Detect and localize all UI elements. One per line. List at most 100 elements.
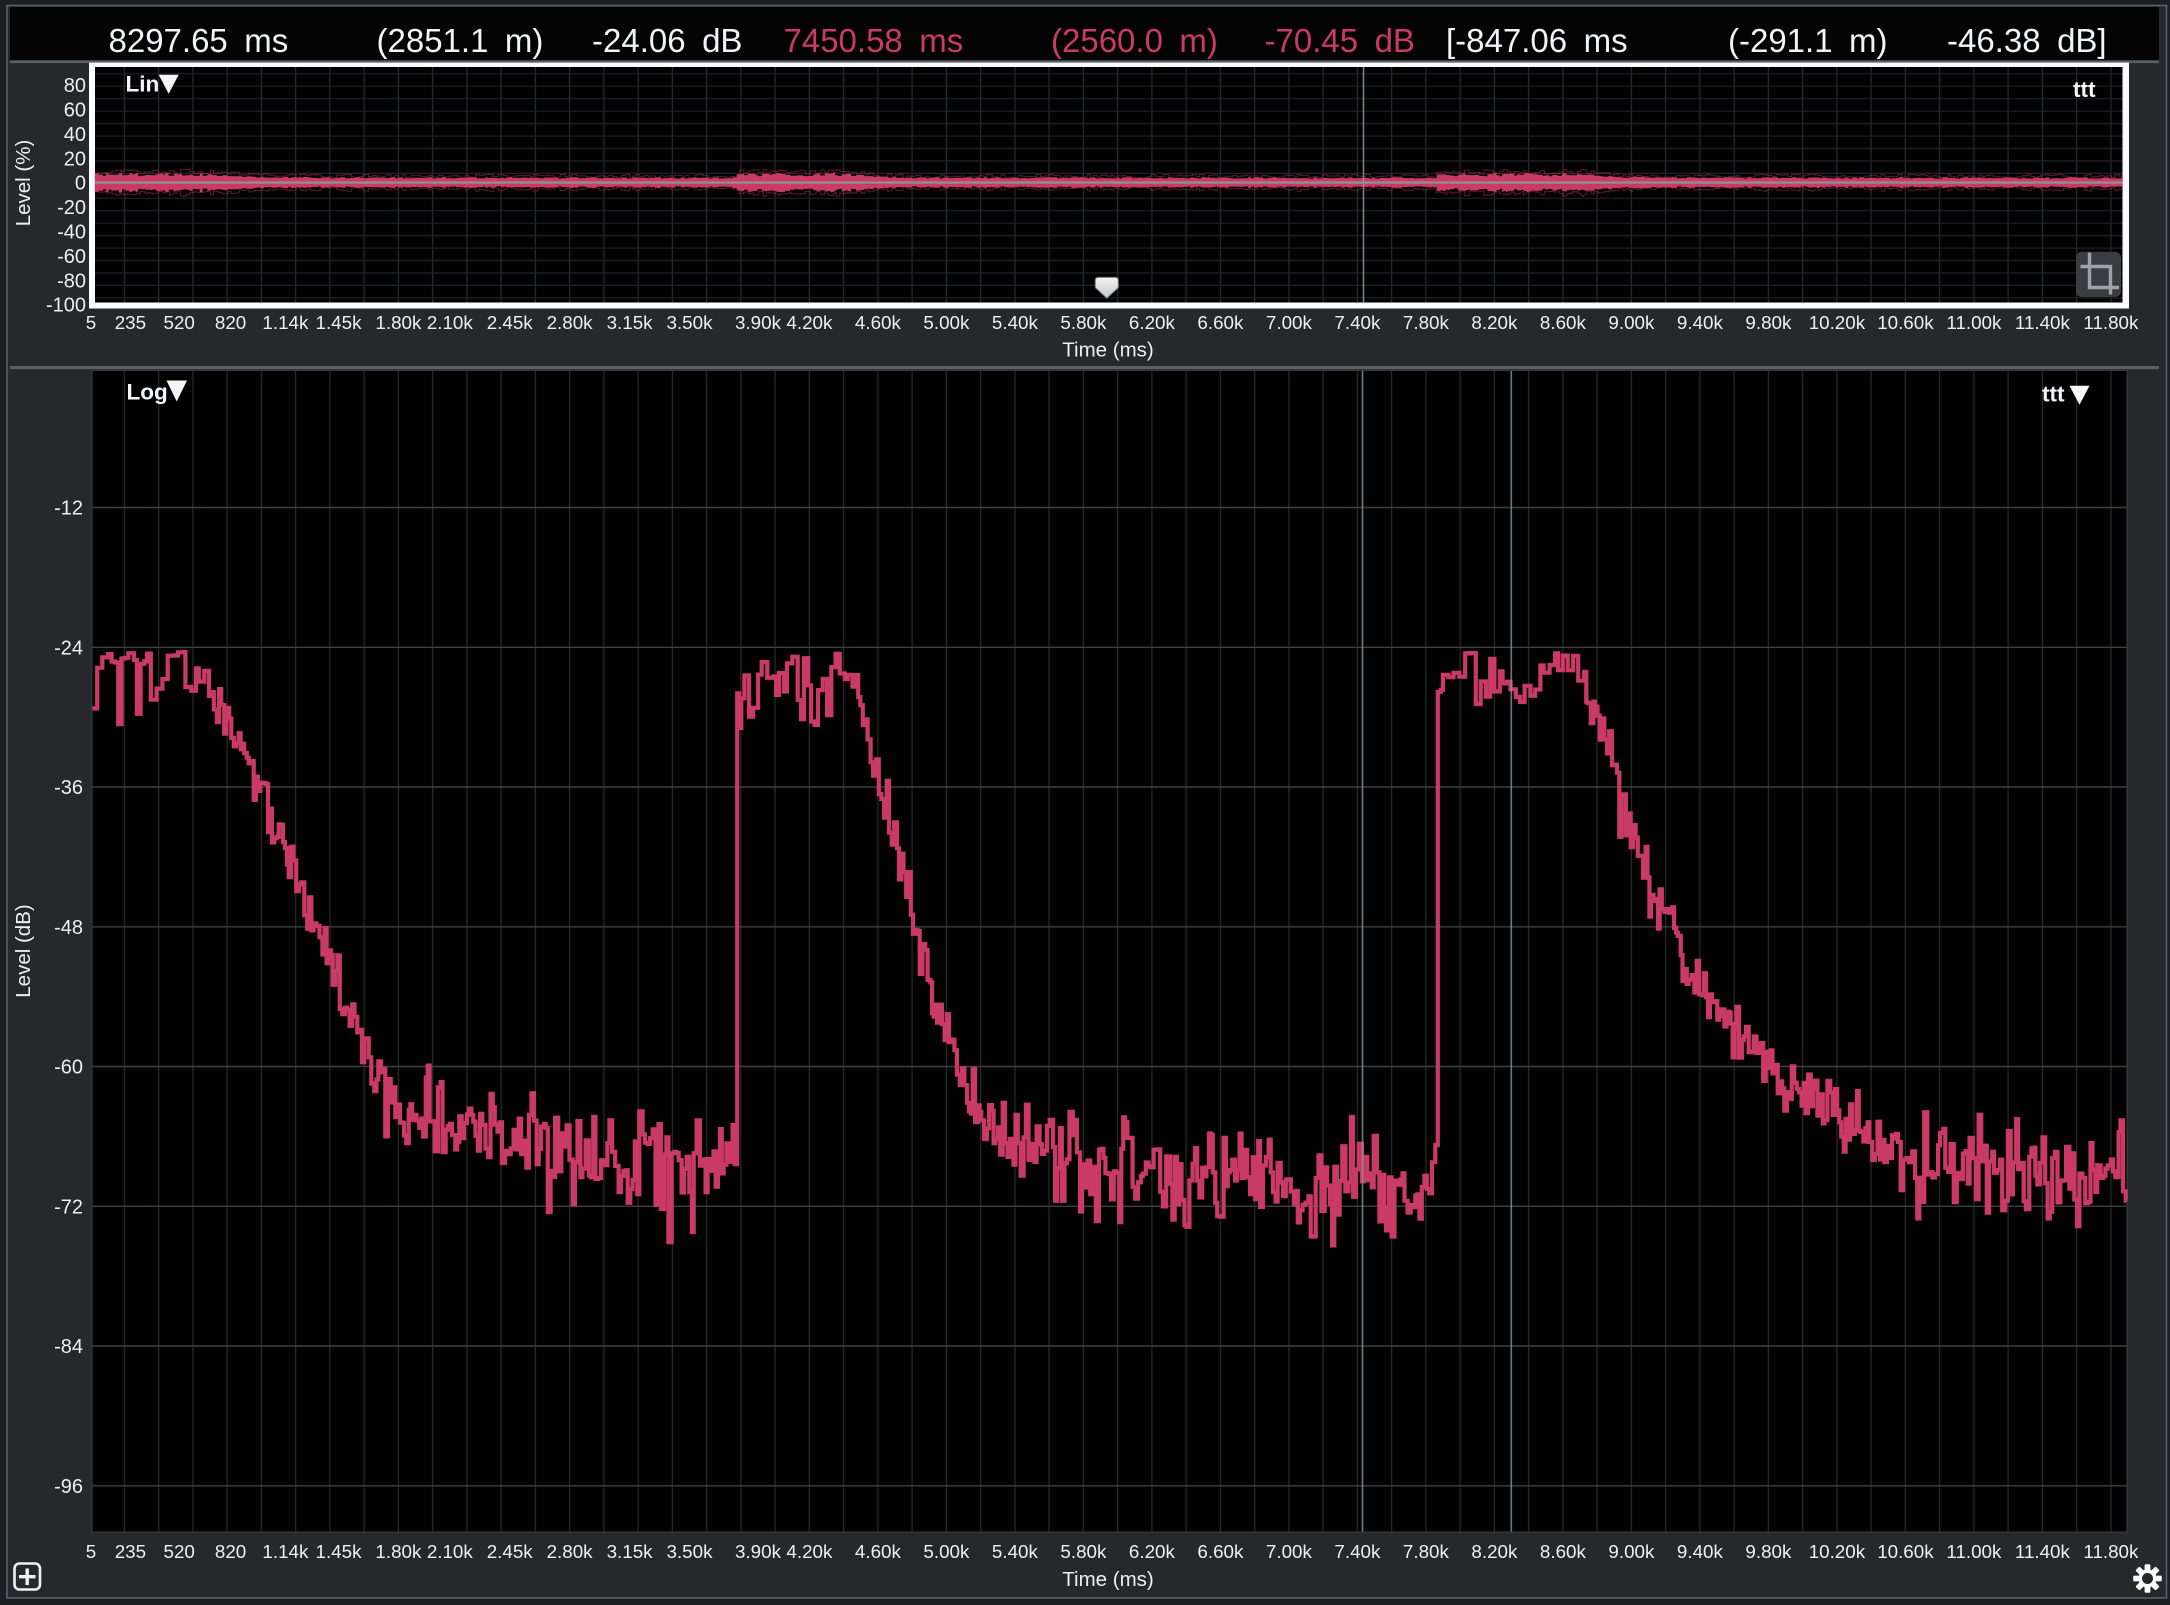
svg-text:40: 40 xyxy=(64,124,86,146)
svg-text:4.20k: 4.20k xyxy=(786,1541,833,1562)
svg-text:5.80k: 5.80k xyxy=(1060,312,1107,333)
svg-text:ttt: ttt xyxy=(2042,382,2065,407)
svg-text:2.45k: 2.45k xyxy=(487,1541,534,1562)
svg-text:8.20k: 8.20k xyxy=(1471,1541,1518,1562)
svg-text:[-847.06 ms: [-847.06 ms xyxy=(1446,22,1628,59)
svg-text:60: 60 xyxy=(64,100,86,122)
svg-text:-48: -48 xyxy=(54,917,83,939)
svg-text:-46.38 dB]: -46.38 dB] xyxy=(1947,22,2107,59)
svg-text:1.14k: 1.14k xyxy=(262,1541,309,1562)
svg-text:80: 80 xyxy=(64,75,86,97)
svg-text:7450.58 ms: 7450.58 ms xyxy=(784,22,964,59)
svg-text:3.15k: 3.15k xyxy=(607,1541,654,1562)
svg-text:3.50k: 3.50k xyxy=(667,312,714,333)
svg-text:11.00k: 11.00k xyxy=(1946,1541,2002,1562)
svg-text:235: 235 xyxy=(115,312,146,333)
svg-text:7.00k: 7.00k xyxy=(1266,1541,1313,1562)
svg-text:10.20k: 10.20k xyxy=(1809,312,1866,333)
svg-text:6.20k: 6.20k xyxy=(1129,312,1176,333)
svg-text:4.60k: 4.60k xyxy=(855,312,902,333)
svg-text:Time (ms): Time (ms) xyxy=(1062,1568,1153,1591)
svg-text:8297.65 ms: 8297.65 ms xyxy=(109,22,289,59)
svg-text:10.60k: 10.60k xyxy=(1877,1541,1934,1562)
svg-text:4.60k: 4.60k xyxy=(855,1541,902,1562)
svg-text:4.20k: 4.20k xyxy=(786,312,833,333)
svg-text:-36: -36 xyxy=(54,777,83,799)
svg-text:8.20k: 8.20k xyxy=(1471,312,1518,333)
svg-text:-96: -96 xyxy=(54,1476,83,1498)
svg-text:10.60k: 10.60k xyxy=(1877,312,1934,333)
svg-text:9.40k: 9.40k xyxy=(1677,312,1724,333)
svg-text:2.10k: 2.10k xyxy=(427,1541,474,1562)
svg-text:9.80k: 9.80k xyxy=(1745,312,1792,333)
svg-text:5.80k: 5.80k xyxy=(1060,1541,1107,1562)
svg-text:1.45k: 1.45k xyxy=(316,312,363,333)
svg-text:10.20k: 10.20k xyxy=(1809,1541,1866,1562)
svg-text:5.40k: 5.40k xyxy=(992,1541,1039,1562)
svg-text:(2560.0 m): (2560.0 m) xyxy=(1051,22,1218,59)
svg-text:2.80k: 2.80k xyxy=(547,312,594,333)
svg-text:Lin: Lin xyxy=(126,72,160,97)
svg-text:Level (%): Level (%) xyxy=(12,140,35,227)
svg-text:-40: -40 xyxy=(57,222,86,244)
svg-text:-70.45 dB: -70.45 dB xyxy=(1265,22,1415,59)
svg-text:820: 820 xyxy=(215,312,246,333)
svg-text:6.60k: 6.60k xyxy=(1197,312,1244,333)
svg-text:1.45k: 1.45k xyxy=(316,1541,363,1562)
svg-text:2.45k: 2.45k xyxy=(487,312,534,333)
svg-text:-60: -60 xyxy=(57,246,86,268)
svg-text:11.40k: 11.40k xyxy=(2015,1541,2071,1562)
svg-text:235: 235 xyxy=(115,1541,146,1562)
svg-text:7.40k: 7.40k xyxy=(1334,1541,1381,1562)
svg-text:1.80k: 1.80k xyxy=(375,1541,422,1562)
svg-text:8.60k: 8.60k xyxy=(1540,1541,1587,1562)
svg-text:520: 520 xyxy=(164,1541,195,1562)
svg-text:(2851.1 m): (2851.1 m) xyxy=(377,22,544,59)
svg-text:11.80k: 11.80k xyxy=(2083,312,2139,333)
svg-text:9.80k: 9.80k xyxy=(1745,1541,1792,1562)
svg-text:-84: -84 xyxy=(54,1336,83,1358)
svg-text:(-291.1 m): (-291.1 m) xyxy=(1728,22,1888,59)
svg-text:520: 520 xyxy=(164,312,195,333)
svg-text:2.80k: 2.80k xyxy=(547,1541,594,1562)
svg-text:11.80k: 11.80k xyxy=(2083,1541,2139,1562)
svg-text:-24: -24 xyxy=(54,638,83,660)
svg-text:7.80k: 7.80k xyxy=(1403,312,1450,333)
svg-text:20: 20 xyxy=(64,148,86,170)
svg-text:5: 5 xyxy=(86,1541,96,1562)
svg-text:9.00k: 9.00k xyxy=(1608,1541,1655,1562)
svg-text:3.90k: 3.90k xyxy=(735,312,782,333)
svg-text:ttt: ttt xyxy=(2073,77,2096,102)
svg-text:7.80k: 7.80k xyxy=(1403,1541,1450,1562)
svg-text:11.00k: 11.00k xyxy=(1946,312,2002,333)
svg-text:3.90k: 3.90k xyxy=(735,1541,782,1562)
svg-text:0: 0 xyxy=(75,173,86,195)
svg-text:11.40k: 11.40k xyxy=(2015,312,2071,333)
svg-text:5: 5 xyxy=(86,312,96,333)
svg-text:Log: Log xyxy=(127,380,168,405)
svg-text:-100: -100 xyxy=(46,295,86,317)
svg-text:Level (dB): Level (dB) xyxy=(12,904,35,997)
svg-text:3.15k: 3.15k xyxy=(607,312,654,333)
svg-text:-12: -12 xyxy=(54,498,83,520)
svg-text:8.60k: 8.60k xyxy=(1540,312,1587,333)
svg-text:5.00k: 5.00k xyxy=(923,312,970,333)
svg-text:6.60k: 6.60k xyxy=(1197,1541,1244,1562)
svg-text:-80: -80 xyxy=(57,270,86,292)
svg-text:7.00k: 7.00k xyxy=(1266,312,1313,333)
svg-text:-60: -60 xyxy=(54,1057,83,1079)
svg-text:1.80k: 1.80k xyxy=(375,312,422,333)
svg-text:820: 820 xyxy=(215,1541,246,1562)
svg-text:9.00k: 9.00k xyxy=(1608,312,1655,333)
svg-text:6.20k: 6.20k xyxy=(1129,1541,1176,1562)
svg-text:-20: -20 xyxy=(57,197,86,219)
svg-text:9.40k: 9.40k xyxy=(1677,1541,1724,1562)
svg-text:-72: -72 xyxy=(54,1197,83,1219)
svg-text:7.40k: 7.40k xyxy=(1334,312,1381,333)
svg-text:3.50k: 3.50k xyxy=(667,1541,714,1562)
svg-text:1.14k: 1.14k xyxy=(262,312,309,333)
svg-text:Time (ms): Time (ms) xyxy=(1062,339,1153,362)
svg-text:5.00k: 5.00k xyxy=(923,1541,970,1562)
svg-text:5.40k: 5.40k xyxy=(992,312,1039,333)
svg-text:2.10k: 2.10k xyxy=(427,312,474,333)
